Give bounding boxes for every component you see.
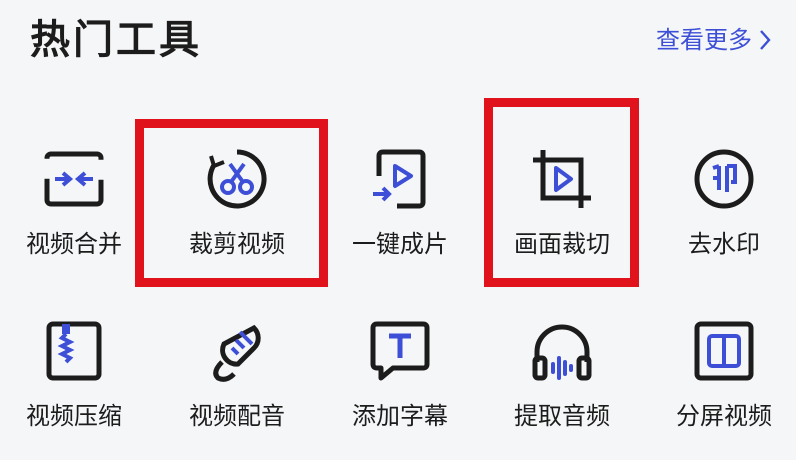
tool-split-screen[interactable]: 分屏视频 (644, 318, 796, 432)
tools-grid: 视频合并 裁剪视频 一键成片 画面裁切 去水印 视频压缩 视频配音 添加字幕 提… (0, 0, 796, 460)
one-click-video-icon (373, 149, 426, 209)
tool-video-merge[interactable]: 视频合并 (0, 146, 154, 260)
tool-label: 去水印 (688, 230, 760, 258)
tool-label: 视频压缩 (26, 402, 122, 430)
microphone-icon (213, 324, 261, 382)
tool-label: 画面裁切 (514, 230, 610, 258)
split-screen-icon (694, 321, 754, 381)
tool-extract-audio[interactable]: 提取音频 (482, 318, 642, 432)
zip-compress-icon (46, 321, 102, 381)
tool-crop-video[interactable]: 裁剪视频 (157, 146, 317, 260)
tool-remove-watermark[interactable]: 去水印 (644, 146, 796, 260)
scissors-icon (207, 149, 267, 209)
merge-icon (44, 151, 104, 207)
tool-video-compress[interactable]: 视频压缩 (0, 318, 154, 432)
tool-label: 裁剪视频 (189, 230, 285, 258)
tool-label: 提取音频 (514, 402, 610, 430)
tool-label: 一键成片 (352, 230, 448, 258)
tool-one-click-video[interactable]: 一键成片 (320, 146, 480, 260)
headphones-icon (532, 324, 592, 381)
crop-play-icon (533, 150, 591, 208)
tool-frame-crop[interactable]: 画面裁切 (482, 146, 642, 260)
tool-label: 分屏视频 (676, 402, 772, 430)
text-bubble-icon (370, 321, 430, 381)
tool-label: 添加字幕 (352, 402, 448, 430)
tool-label: 视频配音 (189, 402, 285, 430)
tool-video-dubbing[interactable]: 视频配音 (157, 318, 317, 432)
tool-label: 视频合并 (26, 230, 122, 258)
tool-add-subtitles[interactable]: 添加字幕 (320, 318, 480, 432)
watermark-stamp-icon (694, 149, 754, 209)
